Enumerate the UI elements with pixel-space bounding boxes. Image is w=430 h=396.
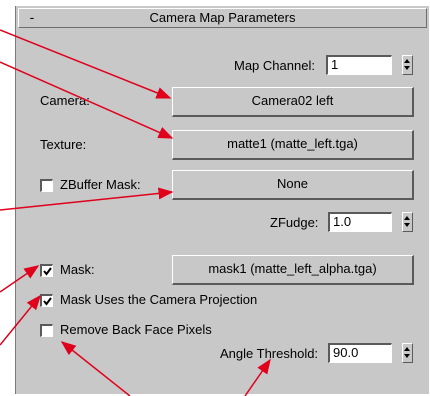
angle-threshold-label: Angle Threshold:: [220, 346, 319, 361]
zfudge-label: ZFudge:: [270, 215, 319, 230]
remove-back-face-pixels-label: Remove Back Face Pixels: [60, 322, 212, 337]
zfudge-spinner-icon[interactable]: [402, 212, 413, 232]
rollout-header[interactable]: - Camera Map Parameters: [18, 8, 427, 28]
map-channel-input[interactable]: 1: [326, 55, 392, 75]
zfudge-input[interactable]: 1.0: [328, 212, 392, 232]
texture-map-button[interactable]: matte1 (matte_left.tga): [172, 130, 414, 160]
mask-label: Mask:: [60, 262, 95, 277]
mask-uses-camera-projection-label: Mask Uses the Camera Projection: [60, 292, 258, 307]
remove-back-face-pixels-checkbox[interactable]: [40, 324, 53, 337]
rollout-title: Camera Map Parameters: [149, 10, 296, 25]
map-channel-spinner-icon[interactable]: [402, 55, 413, 75]
texture-label: Texture:: [40, 137, 87, 152]
map-channel-label: Map Channel:: [234, 58, 315, 73]
angle-threshold-input[interactable]: 90.0: [328, 343, 392, 363]
mask-uses-camera-projection-checkbox[interactable]: [40, 294, 53, 307]
checkmark-icon: [43, 297, 52, 306]
mask-checkbox[interactable]: [40, 264, 53, 277]
zbuffer-mask-button[interactable]: None: [172, 170, 414, 200]
checkmark-icon: [43, 267, 52, 276]
camera-map-parameters-rollout: - Camera Map Parameters Map Channel: 1 C…: [15, 6, 429, 394]
camera-label: Camera:: [40, 93, 90, 108]
angle-threshold-spinner-icon[interactable]: [402, 343, 413, 363]
zbuffer-mask-label: ZBuffer Mask:: [60, 177, 141, 192]
camera-pick-button[interactable]: Camera02 left: [172, 87, 414, 117]
mask-map-button[interactable]: mask1 (matte_left_alpha.tga): [172, 255, 414, 285]
zbuffer-mask-checkbox[interactable]: [40, 179, 53, 192]
